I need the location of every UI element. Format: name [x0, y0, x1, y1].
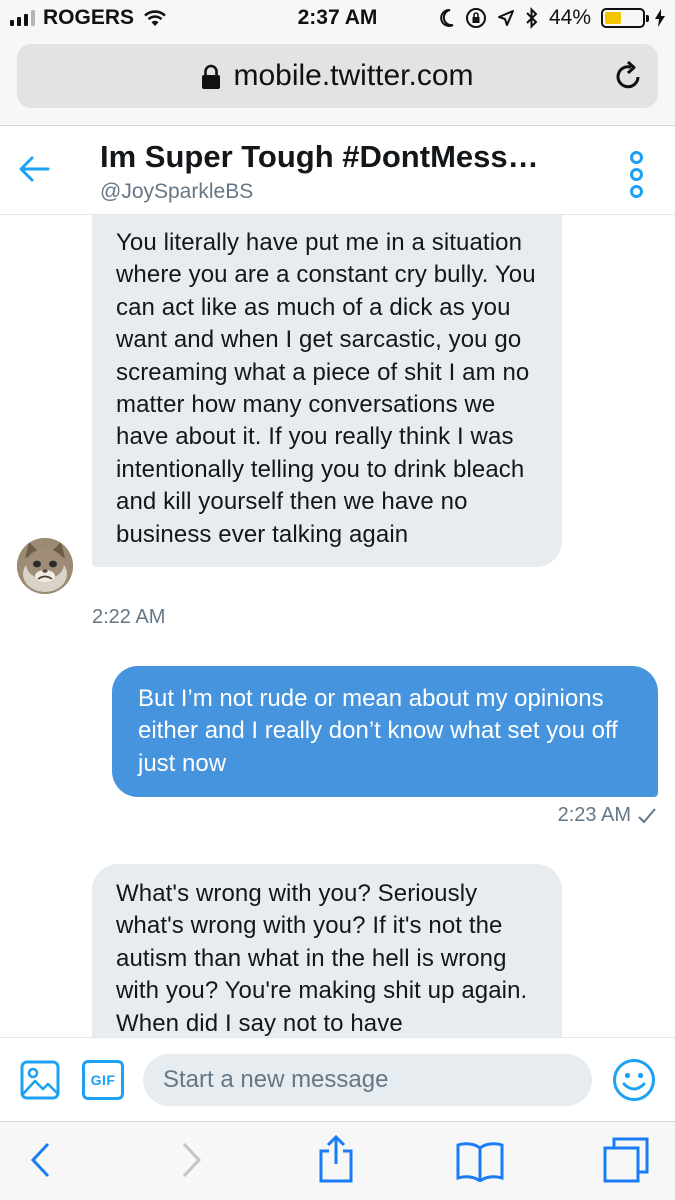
emoji-icon[interactable]: [612, 1058, 656, 1102]
message-text: You literally have put me in a situation…: [116, 229, 536, 548]
message-composer: GIF: [0, 1037, 675, 1121]
browser-back-icon[interactable]: [28, 1140, 52, 1180]
share-icon[interactable]: [316, 1134, 356, 1184]
conversation-title: Im Super Tough #DontMess…: [100, 139, 539, 174]
address-bar[interactable]: mobile.twitter.com: [17, 44, 658, 108]
battery-percent: 44%: [548, 6, 591, 29]
sent-status: 2:23 AM: [558, 804, 657, 827]
browser-toolbar: [0, 1121, 675, 1200]
rotation-lock-icon: [465, 8, 486, 28]
avatar[interactable]: [17, 538, 73, 594]
conversation-header: Im Super Tough #DontMess… @JoySparkleBS: [0, 127, 675, 215]
status-bar: ROGERS 2:37 AM 44%: [0, 0, 675, 40]
message-input[interactable]: [143, 1054, 592, 1106]
read-check-icon: [638, 807, 656, 823]
battery-icon: [601, 8, 649, 28]
lock-icon: [202, 64, 221, 90]
message-text: But I’m not rude or mean about my opinio…: [138, 685, 618, 777]
message-timestamp: 2:22 AM: [92, 606, 166, 628]
bookmarks-icon[interactable]: [455, 1140, 505, 1182]
avatar-image: [17, 538, 73, 594]
reload-icon[interactable]: [614, 60, 644, 92]
browser-chrome: mobile.twitter.com: [0, 40, 675, 126]
sent-message-bubble[interactable]: But I’m not rude or mean about my opinio…: [112, 666, 658, 798]
status-right: 44%: [439, 6, 665, 30]
gif-button[interactable]: GIF: [82, 1060, 124, 1100]
address-bar-content[interactable]: mobile.twitter.com: [17, 59, 658, 93]
moon-icon: [440, 8, 454, 27]
url-text: mobile.twitter.com: [233, 59, 474, 92]
more-options-icon[interactable]: [630, 151, 643, 198]
message-timestamp: 2:23 AM: [557, 804, 631, 826]
message-text: What's wrong with you? Seriously what's …: [116, 880, 528, 1037]
message-list[interactable]: You literally have put me in a situation…: [0, 215, 675, 1037]
received-message-bubble[interactable]: You literally have put me in a situation…: [92, 215, 562, 568]
conversation-handle: @JoySparkleBS: [100, 180, 254, 203]
browser-forward-icon[interactable]: [180, 1140, 204, 1180]
battery-fill: [605, 12, 621, 24]
back-arrow-icon[interactable]: [18, 155, 50, 183]
location-icon: [497, 10, 514, 26]
charging-bolt-icon: [655, 9, 665, 27]
image-icon[interactable]: [20, 1060, 60, 1100]
received-message-bubble[interactable]: What's wrong with you? Seriously what's …: [92, 864, 562, 1037]
bluetooth-icon: [526, 7, 538, 29]
tabs-icon[interactable]: [602, 1136, 650, 1184]
